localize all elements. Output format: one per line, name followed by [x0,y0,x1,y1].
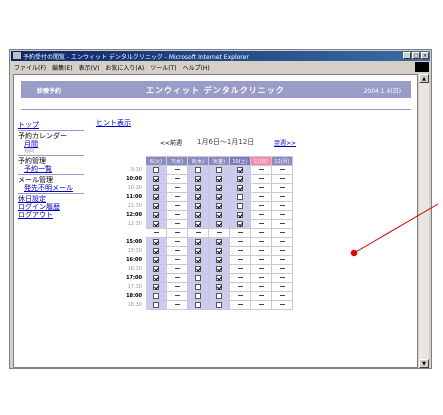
annotation-line [353,203,439,254]
annotation-dot [350,249,358,257]
annotation-pointer [350,203,439,257]
